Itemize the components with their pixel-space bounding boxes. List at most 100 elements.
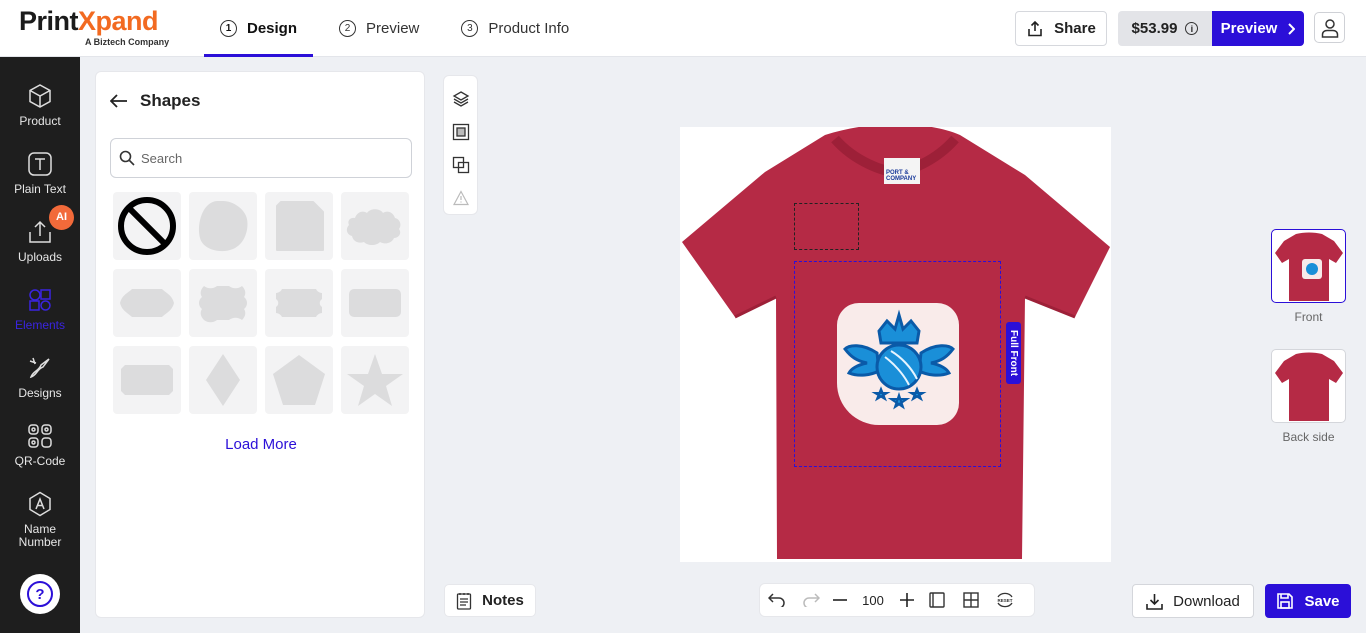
sidebar-item-product[interactable]: Product (0, 83, 80, 128)
designs-icon (29, 357, 50, 379)
notes-icon (457, 592, 472, 610)
shapes-panel: Shapes Search Load More (95, 71, 425, 618)
notched-badge-icon (276, 289, 322, 317)
logo-text-pand: pand (95, 6, 159, 36)
shape-grid (113, 192, 409, 414)
sidebar-item-uploads[interactable]: AI Uploads (0, 205, 80, 264)
redo-button[interactable] (794, 583, 828, 617)
qr-code-icon (28, 424, 52, 448)
sidebar-item-designs[interactable]: Designs (0, 355, 80, 400)
layers-icon (452, 90, 469, 107)
shape-notched-badge[interactable] (265, 269, 333, 337)
step-label: Preview (366, 20, 420, 37)
logo[interactable]: PrintXpand A Biztech Company (19, 6, 169, 47)
shape-tag-rect[interactable] (113, 346, 181, 414)
tshirt-front-thumbnail (1274, 232, 1343, 301)
step-number: 1 (220, 20, 237, 37)
left-sidebar: Product Plain Text AI Uploads Elements D… (0, 57, 80, 633)
shape-blob[interactable] (189, 192, 257, 260)
bring-forward-icon (452, 123, 469, 140)
rounded-rect-icon (349, 289, 401, 317)
logo-text-print: Print (19, 6, 79, 36)
cube-icon (29, 84, 51, 108)
bring-forward-button[interactable] (443, 115, 478, 148)
logo-tagline: A Biztech Company (85, 37, 170, 47)
undo-button[interactable] (760, 583, 794, 617)
layer-toolbar (443, 75, 478, 215)
layers-button[interactable] (443, 82, 478, 115)
user-account-button[interactable] (1314, 12, 1345, 43)
notes-label: Notes (482, 592, 524, 609)
sidebar-item-elements[interactable]: Elements (0, 287, 80, 332)
grid-toggle-button[interactable] (954, 583, 988, 617)
shape-scalloped-badge[interactable] (189, 269, 257, 337)
star-shape-icon (347, 354, 403, 406)
design-canvas[interactable]: PORT & COMPANY Full Front (680, 127, 1111, 562)
step-label: Design (247, 20, 298, 37)
search-input[interactable] (141, 150, 401, 166)
preview-label: Preview (1220, 20, 1278, 37)
shape-cloud[interactable] (341, 192, 409, 260)
send-backward-button[interactable] (443, 148, 478, 181)
share-button[interactable]: Share (1015, 11, 1107, 46)
pentagon-shape-icon (273, 355, 325, 405)
warning-button[interactable] (443, 181, 478, 214)
shape-star[interactable] (341, 346, 409, 414)
view-label-back: Back side (1282, 430, 1335, 444)
view-thumbnail-front[interactable] (1271, 229, 1346, 303)
panel-title: Shapes (140, 91, 201, 110)
panel-header: Shapes (110, 91, 200, 111)
zoom-toolbar: 100 RESET (759, 583, 1035, 617)
help-button[interactable]: ? (20, 574, 60, 614)
shape-no-sign[interactable] (113, 192, 181, 260)
grid-icon (963, 592, 979, 608)
tab-design[interactable]: 1 Design (204, 0, 314, 57)
price-value: $53.99 (1131, 20, 1178, 37)
step-number: 2 (339, 20, 357, 37)
svg-text:RESET: RESET (997, 598, 1012, 603)
rounded-square-icon (276, 201, 324, 251)
baseball-crown-logo-icon (843, 309, 955, 410)
shape-ellipse-badge[interactable] (113, 269, 181, 337)
reset-button[interactable]: RESET (988, 583, 1022, 617)
minus-icon (833, 599, 847, 601)
notes-button[interactable]: Notes (444, 584, 536, 617)
tab-product-info[interactable]: 3 Product Info (445, 0, 585, 57)
sidebar-item-plain-text[interactable]: Plain Text (0, 151, 80, 196)
scalloped-badge-icon (199, 286, 247, 323)
zoom-out-button[interactable] (828, 583, 852, 617)
help-icon: ? (27, 581, 53, 607)
upload-icon (29, 220, 51, 243)
shape-rounded-rect[interactable] (341, 269, 409, 337)
blob-shape-icon (198, 200, 248, 252)
zoom-level[interactable]: 100 (852, 593, 894, 608)
full-front-tag[interactable]: Full Front (1006, 322, 1021, 384)
save-button[interactable]: Save (1265, 584, 1351, 618)
load-more-link[interactable]: Load More (96, 436, 426, 453)
chest-print-area[interactable] (794, 203, 859, 250)
shape-diamond[interactable] (189, 346, 257, 414)
view-label-front: Front (1294, 310, 1323, 324)
uploaded-design[interactable] (837, 303, 959, 425)
back-arrow-icon[interactable] (110, 94, 128, 108)
cloud-shape-icon (346, 209, 401, 245)
neck-label: PORT & COMPANY (886, 170, 917, 182)
preview-button[interactable]: Preview (1212, 11, 1304, 46)
tab-preview[interactable]: 2 Preview (323, 0, 435, 57)
logo-text-x: X (78, 6, 96, 36)
view-thumbnail-back[interactable] (1271, 349, 1346, 423)
download-button[interactable]: Download (1132, 584, 1254, 618)
search-field[interactable] (110, 138, 412, 178)
user-icon (1321, 18, 1338, 38)
info-icon[interactable]: i (1185, 22, 1199, 35)
sidebar-item-label: Product (19, 114, 61, 128)
warning-icon (452, 189, 469, 205)
zoom-in-button[interactable] (894, 583, 920, 617)
shape-rounded-square[interactable] (265, 192, 333, 260)
redo-icon (803, 593, 820, 607)
sidebar-item-name-number[interactable]: Name Number (0, 491, 80, 549)
shape-pentagon[interactable] (265, 346, 333, 414)
sidebar-item-qr-code[interactable]: QR-Code (0, 423, 80, 468)
sidebar-item-label: QR-Code (14, 454, 66, 468)
fit-screen-button[interactable] (920, 583, 954, 617)
